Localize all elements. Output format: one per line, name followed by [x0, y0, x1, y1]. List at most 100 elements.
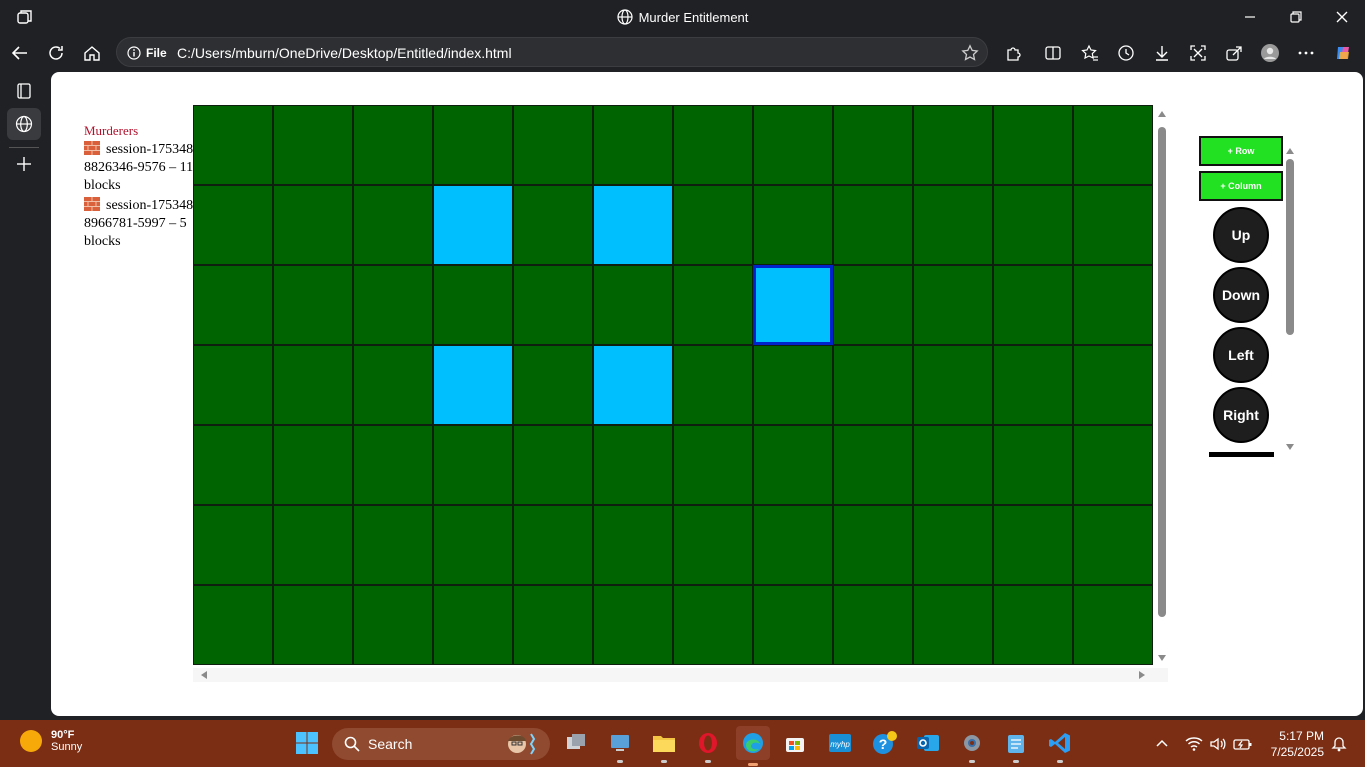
grid-cell[interactable]	[193, 425, 273, 505]
favorites-button[interactable]	[1076, 39, 1104, 67]
scroll-down-arrow-icon[interactable]	[1158, 655, 1166, 661]
grid-cell[interactable]	[513, 345, 593, 425]
grid-cell[interactable]	[513, 585, 593, 665]
add-row-button[interactable]: + Row	[1199, 136, 1283, 166]
refresh-button[interactable]	[42, 39, 70, 67]
grid-cell[interactable]	[193, 345, 273, 425]
grid-cell[interactable]	[833, 105, 913, 185]
grid-cell[interactable]	[353, 265, 433, 345]
grid-cell[interactable]	[993, 185, 1073, 265]
new-tab-button[interactable]	[7, 148, 41, 180]
grid-cell[interactable]	[353, 425, 433, 505]
grid-cell[interactable]	[993, 265, 1073, 345]
grid-cell[interactable]	[353, 585, 433, 665]
grid-cell[interactable]	[913, 185, 993, 265]
grid-cell[interactable]	[673, 105, 753, 185]
grid-cell[interactable]	[593, 425, 673, 505]
taskbar-app-outlook[interactable]	[914, 729, 942, 757]
grid-cell[interactable]	[673, 505, 753, 585]
grid-cell[interactable]	[353, 185, 433, 265]
grid-cell[interactable]	[913, 345, 993, 425]
copilot-button[interactable]	[1329, 39, 1357, 67]
taskbar-app-myhp[interactable]: myhp	[826, 729, 854, 757]
settings-more-button[interactable]	[1292, 39, 1320, 67]
taskbar-app-help[interactable]: ?	[870, 729, 898, 757]
start-button[interactable]	[293, 729, 321, 757]
grid-cell[interactable]	[753, 105, 833, 185]
taskbar-app-file-explorer[interactable]	[650, 729, 678, 763]
grid-cell[interactable]	[593, 265, 673, 345]
scroll-thumb[interactable]	[1158, 127, 1166, 617]
favorite-star-icon[interactable]	[961, 44, 979, 62]
game-grid-viewport[interactable]	[193, 105, 1153, 665]
tab-actions-button[interactable]	[7, 75, 41, 107]
grid-cell[interactable]	[433, 585, 513, 665]
screenshot-button[interactable]	[1184, 39, 1212, 67]
scroll-right-arrow-icon[interactable]	[1139, 671, 1145, 679]
grid-cell[interactable]	[193, 105, 273, 185]
grid-cell[interactable]	[273, 585, 353, 665]
split-screen-button[interactable]	[1039, 39, 1067, 67]
grid-cell[interactable]	[753, 505, 833, 585]
grid-cell[interactable]	[353, 345, 433, 425]
grid-cell[interactable]	[1073, 505, 1153, 585]
taskbar-app-settings[interactable]	[958, 729, 986, 763]
grid-cell-block[interactable]	[593, 185, 673, 265]
grid-cell[interactable]	[273, 345, 353, 425]
grid-cell[interactable]	[593, 105, 673, 185]
battery-status[interactable]	[1233, 734, 1253, 754]
minimize-button[interactable]	[1227, 0, 1273, 33]
site-info-button[interactable]: File	[127, 43, 167, 63]
downloads-button[interactable]	[1148, 39, 1176, 67]
home-button[interactable]	[78, 39, 106, 67]
up-button[interactable]: Up	[1213, 207, 1269, 263]
address-bar[interactable]: File C:/Users/mburn/OneDrive/Desktop/Ent…	[116, 37, 988, 67]
grid-cell[interactable]	[913, 425, 993, 505]
history-button[interactable]	[1112, 39, 1140, 67]
grid-cell[interactable]	[673, 265, 753, 345]
grid-cell[interactable]	[753, 345, 833, 425]
grid-cell[interactable]	[193, 505, 273, 585]
grid-cell[interactable]	[1073, 105, 1153, 185]
down-button[interactable]: Down	[1213, 267, 1269, 323]
grid-cell[interactable]	[513, 505, 593, 585]
close-button[interactable]	[1319, 0, 1365, 33]
grid-cell-block[interactable]	[593, 345, 673, 425]
grid-cell[interactable]	[753, 425, 833, 505]
grid-cell-block[interactable]	[433, 345, 513, 425]
grid-cell[interactable]	[993, 425, 1073, 505]
scroll-up-arrow-icon[interactable]	[1286, 148, 1294, 154]
grid-cell[interactable]	[273, 185, 353, 265]
grid-cell[interactable]	[833, 345, 913, 425]
grid-cell[interactable]	[913, 265, 993, 345]
grid-cell[interactable]	[513, 425, 593, 505]
grid-cell[interactable]	[993, 105, 1073, 185]
grid-cell[interactable]	[913, 585, 993, 665]
grid-cell[interactable]	[513, 185, 593, 265]
notifications-button[interactable]	[1331, 734, 1347, 754]
grid-cell[interactable]	[1073, 265, 1153, 345]
grid-cell[interactable]	[433, 105, 513, 185]
profile-button[interactable]	[1256, 39, 1284, 67]
extensions-button[interactable]	[999, 39, 1027, 67]
taskbar-app-store[interactable]	[781, 729, 809, 757]
grid-cell[interactable]	[753, 585, 833, 665]
grid-cell[interactable]	[833, 505, 913, 585]
scroll-left-arrow-icon[interactable]	[201, 671, 207, 679]
left-button[interactable]: Left	[1213, 327, 1269, 383]
grid-cell[interactable]	[433, 505, 513, 585]
controls-scrollbar[interactable]	[1283, 142, 1297, 454]
grid-cell[interactable]	[833, 265, 913, 345]
grid-cell[interactable]	[913, 505, 993, 585]
grid-cell[interactable]	[353, 105, 433, 185]
scroll-thumb[interactable]	[1286, 159, 1294, 335]
taskbar-app-notepad[interactable]	[1002, 729, 1030, 763]
game-grid[interactable]	[193, 105, 1153, 665]
grid-horizontal-scrollbar[interactable]	[193, 668, 1168, 682]
grid-cell[interactable]	[273, 425, 353, 505]
right-button[interactable]: Right	[1213, 387, 1269, 443]
taskbar-app-opera[interactable]	[694, 729, 722, 763]
grid-cell[interactable]	[673, 185, 753, 265]
grid-vertical-scrollbar[interactable]	[1155, 105, 1169, 665]
grid-cell[interactable]	[673, 345, 753, 425]
